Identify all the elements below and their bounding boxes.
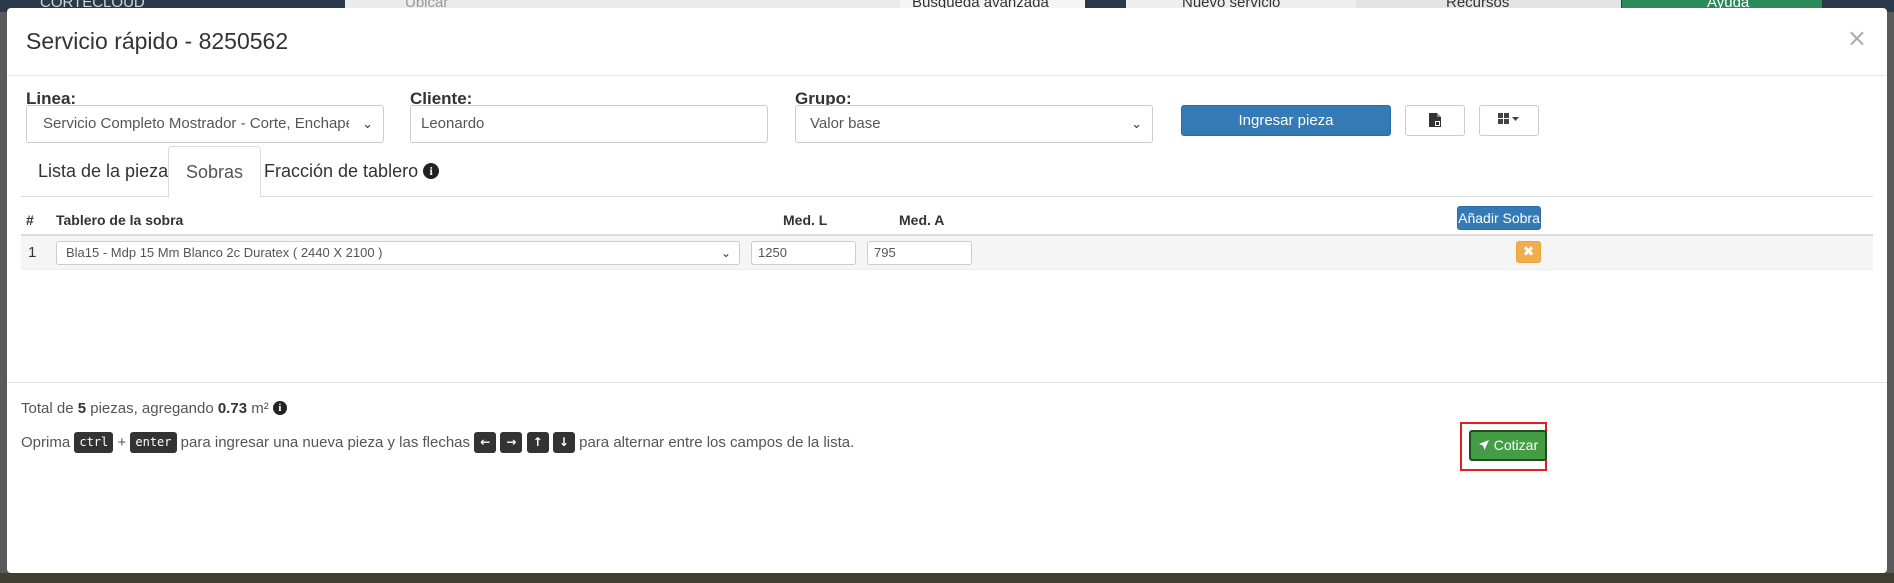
arrow-left-icon: ← — [474, 432, 497, 453]
linea-select-value: Servicio Completo Mostrador - Corte, Enc… — [43, 115, 349, 132]
help-mid: para ingresar una nueva pieza y las flec… — [180, 434, 471, 451]
background-bottom — [0, 573, 1894, 583]
help-suffix: para alternar entre los campos de la lis… — [579, 434, 855, 451]
quick-service-modal: Servicio rápido - 8250562 × Linea: Servi… — [7, 8, 1887, 573]
help-prefix: Oprima — [21, 434, 71, 451]
tab-fraccion-label: Fracción de tablero — [264, 161, 419, 181]
help-plus: + — [117, 434, 127, 451]
column-header-med-a: Med. A — [899, 212, 945, 228]
row-tablero-select[interactable]: Bla15 - Mdp 15 Mm Blanco 2c Duratex ( 24… — [56, 241, 740, 265]
row-med-a-input[interactable]: 795 — [867, 241, 972, 265]
info-icon: i — [423, 163, 440, 179]
background-resources-label: Recursos — [1446, 0, 1510, 11]
total-count: 5 — [77, 400, 87, 417]
cotizar-button[interactable]: Cotizar — [1469, 430, 1547, 461]
grid-icon — [1498, 113, 1519, 124]
tab-bar: Lista de la piezas Sobras Fracción de ta… — [21, 146, 1873, 198]
arrow-down-icon: ↓ — [552, 432, 575, 453]
background-new-label: Nuevo servicio — [1182, 0, 1281, 11]
arrow-up-icon: ↑ — [526, 432, 549, 453]
row-number: 1 — [28, 244, 37, 261]
chevron-down-icon: ⌄ — [1131, 116, 1142, 131]
add-sobra-button[interactable]: Añadir Sobra — [1457, 206, 1541, 230]
chevron-down-icon: ⌄ — [362, 116, 373, 131]
total-prefix: Total de — [21, 400, 74, 417]
column-header-med-l: Med. L — [783, 212, 828, 228]
send-icon — [1478, 440, 1489, 450]
row-med-l-input[interactable]: 1250 — [751, 241, 856, 265]
column-header-number: # — [26, 212, 34, 228]
grid-view-dropdown[interactable] — [1479, 105, 1539, 136]
tab-fraccion-tablero[interactable]: Fracción de tablero i — [247, 146, 456, 198]
chevron-down-icon: ⌄ — [720, 246, 731, 260]
document-icon — [1429, 113, 1441, 127]
background-advanced-label: Búsqueda avanzada — [912, 0, 1049, 11]
total-summary: Total de 5 piezas, agregando 0.73 m² i — [21, 400, 287, 417]
tab-lista-piezas-label: Lista de la piezas — [38, 161, 178, 181]
total-area: 0.73 — [217, 400, 248, 417]
grupo-select[interactable]: Valor base ⌄ — [795, 105, 1153, 143]
linea-select[interactable]: Servicio Completo Mostrador - Corte, Enc… — [26, 105, 384, 143]
document-icon-button[interactable] — [1405, 105, 1465, 136]
tab-sobras-label: Sobras — [186, 162, 244, 182]
kbd-enter: enter — [130, 432, 177, 453]
background-help-label: Ayuda — [1707, 0, 1750, 11]
info-icon: i — [272, 401, 287, 415]
ingresar-pieza-button[interactable]: Ingresar pieza — [1181, 105, 1391, 136]
keyboard-help: Oprima ctrl + enter para ingresar una nu… — [21, 432, 854, 453]
modal-footer — [7, 382, 1887, 573]
total-mid: piezas, agregando — [90, 400, 214, 417]
grupo-select-value: Valor base — [810, 115, 881, 132]
modal-header: Servicio rápido - 8250562 × — [7, 8, 1887, 76]
cliente-input[interactable]: Leonardo — [410, 105, 768, 143]
delete-row-button[interactable]: ✖ — [1516, 241, 1541, 263]
modal-title: Servicio rápido - 8250562 — [26, 28, 289, 54]
row-tablero-value: Bla15 - Mdp 15 Mm Blanco 2c Duratex ( 24… — [66, 245, 383, 260]
cotizar-label: Cotizar — [1493, 437, 1539, 453]
total-unit: m² — [251, 400, 269, 417]
background-search-placeholder: Ubicar — [405, 0, 449, 11]
close-icon: ✖ — [1522, 244, 1535, 260]
kbd-ctrl: ctrl — [74, 432, 114, 453]
column-header-tablero: Tablero de la sobra — [56, 212, 184, 228]
background-logo: CORTECLOUD — [40, 0, 145, 11]
close-icon[interactable]: × — [1847, 24, 1867, 52]
arrow-right-icon: → — [500, 432, 523, 453]
